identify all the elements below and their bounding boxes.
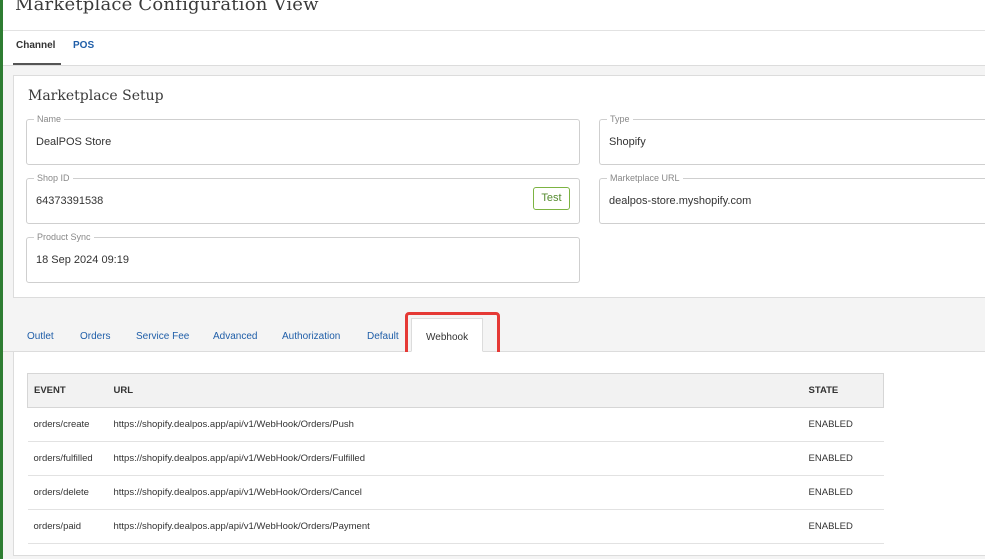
event-cell: orders/delete [27, 475, 108, 510]
app-frame: Marketplace Configuration View Channel P… [0, 0, 985, 559]
type-field[interactable]: Type Shopify [599, 114, 985, 165]
tab-advanced[interactable]: Advanced [213, 331, 257, 342]
table-row[interactable]: orders/fulfilled https://shopify.dealpos… [27, 441, 884, 476]
column-header-state[interactable]: STATE [802, 373, 884, 408]
page-title: Marketplace Configuration View [15, 0, 319, 15]
active-tab-indicator [13, 63, 61, 65]
left-accent-bar [0, 0, 3, 559]
product-sync-label: Product Sync [34, 232, 94, 242]
url-cell: https://shopify.dealpos.app/api/v1/WebHo… [107, 441, 803, 476]
config-tab-bar: Outlet Orders Service Fee Advanced Autho… [3, 298, 985, 352]
event-cell: orders/fulfilled [27, 441, 108, 476]
url-cell: https://shopify.dealpos.app/api/v1/WebHo… [107, 509, 803, 544]
url-cell: https://shopify.dealpos.app/api/v1/WebHo… [107, 475, 803, 510]
tab-default[interactable]: Default [367, 331, 399, 342]
table-header-row: EVENT URL STATE [27, 373, 884, 408]
webhook-panel: EVENT URL STATE orders/create https://sh… [13, 352, 985, 556]
state-cell: ENABLED [802, 441, 884, 476]
shop-id-label: Shop ID [34, 173, 73, 183]
type-label: Type [607, 114, 633, 124]
column-header-url[interactable]: URL [107, 373, 803, 408]
tab-webhook[interactable]: Webhook [411, 318, 484, 352]
top-tab-bar: Channel POS [3, 31, 985, 66]
marketplace-url-label: Marketplace URL [607, 173, 683, 183]
webhook-table: EVENT URL STATE orders/create https://sh… [27, 373, 884, 544]
event-cell: orders/create [27, 407, 108, 442]
tab-pos[interactable]: POS [73, 40, 94, 51]
marketplace-setup-card: Marketplace Setup Name DealPOS Store Typ… [13, 75, 985, 298]
tab-orders[interactable]: Orders [80, 331, 111, 342]
marketplace-url-value: dealpos-store.myshopify.com [609, 195, 752, 207]
name-value: DealPOS Store [36, 136, 112, 148]
tab-authorization[interactable]: Authorization [282, 331, 340, 342]
page-header: Marketplace Configuration View [3, 0, 985, 31]
product-sync-field[interactable]: Product Sync 18 Sep 2024 09:19 [26, 232, 580, 283]
state-cell: ENABLED [802, 407, 884, 442]
type-value: Shopify [609, 136, 646, 148]
state-cell: ENABLED [802, 475, 884, 510]
url-cell: https://shopify.dealpos.app/api/v1/WebHo… [107, 407, 803, 442]
product-sync-value: 18 Sep 2024 09:19 [36, 254, 129, 266]
table-row[interactable]: orders/paid https://shopify.dealpos.app/… [27, 509, 884, 544]
event-cell: orders/paid [27, 509, 108, 544]
tab-channel[interactable]: Channel [16, 40, 55, 51]
shop-id-value: 64373391538 [36, 195, 104, 207]
shop-id-field[interactable]: Shop ID 64373391538 Test [26, 173, 580, 224]
table-row[interactable]: orders/create https://shopify.dealpos.ap… [27, 407, 884, 442]
column-header-event[interactable]: EVENT [27, 373, 108, 408]
setup-title: Marketplace Setup [28, 88, 164, 104]
tab-outlet[interactable]: Outlet [27, 331, 54, 342]
table-row[interactable]: orders/delete https://shopify.dealpos.ap… [27, 475, 884, 510]
marketplace-url-field[interactable]: Marketplace URL dealpos-store.myshopify.… [599, 173, 985, 224]
name-label: Name [34, 114, 65, 124]
state-cell: ENABLED [802, 509, 884, 544]
tab-service-fee[interactable]: Service Fee [136, 331, 189, 342]
name-field[interactable]: Name DealPOS Store [26, 114, 580, 165]
test-button[interactable]: Test [533, 187, 570, 210]
